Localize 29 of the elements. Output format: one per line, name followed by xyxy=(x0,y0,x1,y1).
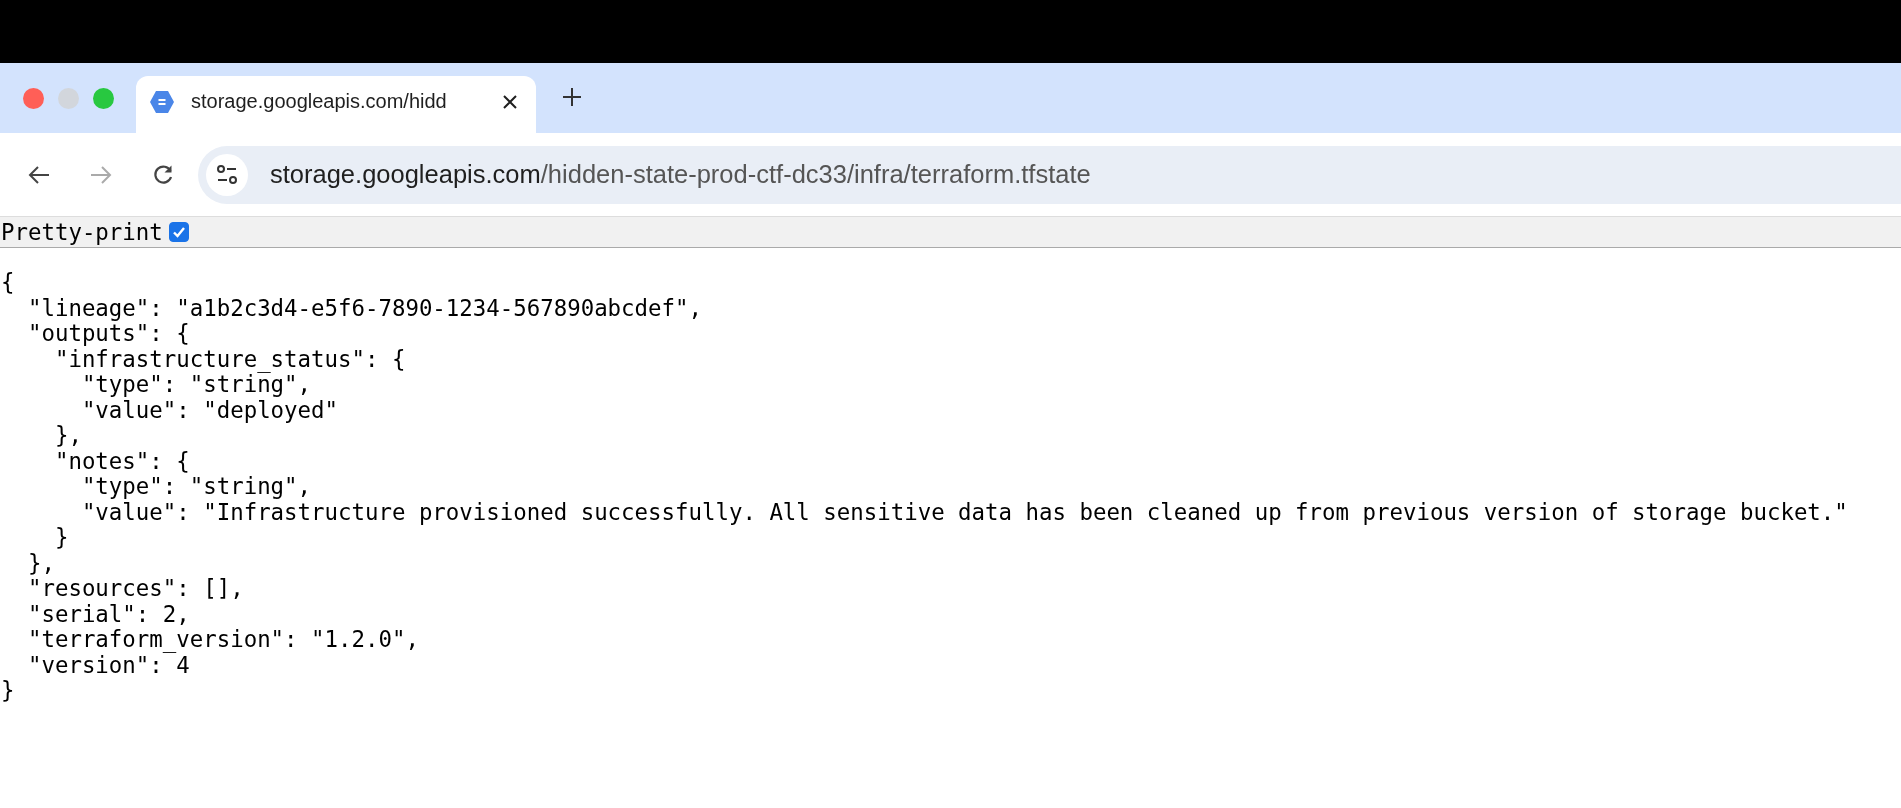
reload-icon[interactable] xyxy=(152,163,174,186)
code-line: { xyxy=(1,270,15,296)
code-line: }, xyxy=(53,423,82,449)
new-tab-icon[interactable] xyxy=(562,87,582,107)
code-line: "serial": 2, xyxy=(26,601,190,627)
code-line: "infrastructure_status": { xyxy=(54,346,406,372)
code-line: "value": "deployed" xyxy=(80,397,338,423)
tab-title: storage.googleapis.com/hidd xyxy=(191,90,448,113)
code-line: "value": "Infrastructure provisioned successfully. All sensitive data has been cleaned up from previous version of storage bucket." xyxy=(80,499,1848,525)
pretty-print-label: Pretty-print xyxy=(1,219,163,245)
code-line: "type": "string", xyxy=(81,372,312,398)
code-line: "outputs": { xyxy=(26,321,190,347)
hexagon-icon xyxy=(149,89,175,114)
pretty-print-checkbox[interactable] xyxy=(168,222,189,242)
code-line: "version": 4 xyxy=(26,652,190,678)
code-line: "resources": [], xyxy=(26,576,244,602)
code-line: "type": "string", xyxy=(80,474,312,500)
site-info-icon[interactable] xyxy=(206,153,248,196)
code-line: }, xyxy=(26,550,55,576)
code-line: "terraform_version": "1.2.0", xyxy=(26,627,419,653)
address-field[interactable]: storage.googleapis.com/hidden-state-prod-ctf-dc33/infra/terraform.tfstate xyxy=(198,145,1901,204)
code-line: } xyxy=(53,525,69,551)
close-icon[interactable] xyxy=(502,93,518,110)
code-line: } xyxy=(1,678,15,704)
code-line: "notes": { xyxy=(53,448,190,474)
code-line: "lineage": "a1b2c3d4-e5f6-7890-1234-567890abcdef", xyxy=(26,295,702,321)
browser-tab[interactable]: storage.googleapis.com/hidd xyxy=(136,76,536,133)
back-icon[interactable] xyxy=(28,164,50,185)
url-text: storage.googleapis.com/hidden-state-prod-ctf-dc33/infra/terraform.tfstate xyxy=(270,160,1091,189)
